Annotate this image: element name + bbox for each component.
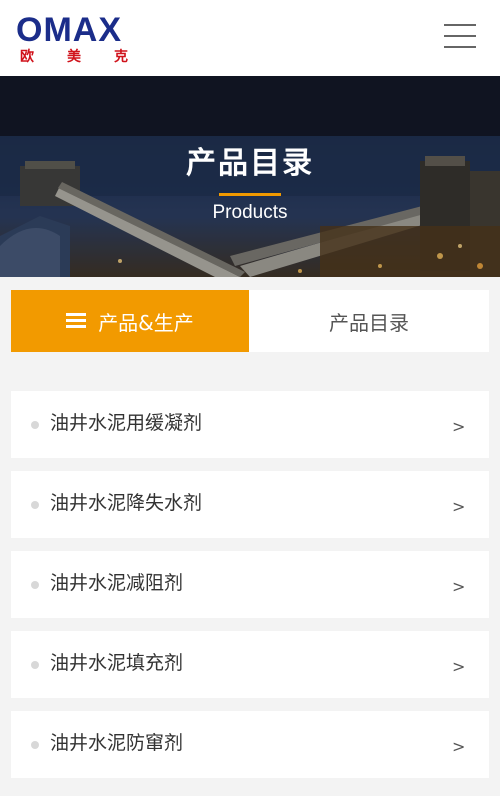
logo-char-2: 美 (67, 49, 81, 65)
list-item[interactable]: 油井水泥用缓凝剂 > (11, 391, 489, 458)
logo-chinese-name: 欧 美 克 (16, 48, 134, 66)
chevron-right-icon: > (452, 577, 466, 596)
list-item[interactable]: 油井水泥填充剂 > (11, 631, 489, 698)
logo-char-1: 欧 (20, 49, 34, 65)
list-menu-icon (66, 313, 87, 329)
chevron-right-icon: > (452, 497, 466, 516)
logo-wordmark: OMAX (16, 11, 122, 49)
site-header: OMAX 欧 美 克 (0, 0, 500, 76)
list-item-label: 油井水泥减阻剂 (50, 572, 184, 594)
bullet-dot-icon (31, 421, 39, 429)
list-item[interactable]: 油井水泥防窜剂 > (11, 711, 489, 778)
banner-subtitle: Products (212, 202, 288, 223)
bullet-dot-icon (31, 741, 39, 749)
list-item[interactable]: 油井水泥减阻剂 > (11, 551, 489, 618)
banner-divider (219, 193, 281, 196)
banner-title: 产品目录 (186, 146, 314, 181)
tab-product-catalog-label: 产品目录 (329, 310, 409, 335)
list-item-label: 油井水泥填充剂 (50, 652, 184, 674)
list-item-label: 油井水泥降失水剂 (50, 492, 203, 514)
bullet-dot-icon (31, 661, 39, 669)
bullet-dot-icon (31, 501, 39, 509)
list-item-label: 油井水泥防窜剂 (50, 732, 184, 754)
bullet-dot-icon (31, 581, 39, 589)
hamburger-menu-icon[interactable] (444, 22, 476, 52)
chevron-right-icon: > (452, 737, 466, 756)
logo-char-3: 克 (114, 49, 128, 65)
tab-products-production-label: 产品&生产 (98, 310, 194, 335)
list-item[interactable]: 油井水泥降失水剂 > (11, 471, 489, 538)
omax-logo[interactable]: OMAX 欧 美 克 (16, 12, 136, 66)
list-item-label: 油井水泥用缓凝剂 (50, 412, 203, 434)
page-banner: 产品目录 Products (0, 76, 500, 277)
tab-product-catalog[interactable]: 产品目录 (249, 290, 489, 352)
chevron-right-icon: > (452, 417, 466, 436)
chevron-right-icon: > (452, 657, 466, 676)
tab-products-production[interactable]: 产品&生产 (11, 290, 249, 352)
category-tabs: 产品&生产 产品目录 (11, 290, 489, 352)
